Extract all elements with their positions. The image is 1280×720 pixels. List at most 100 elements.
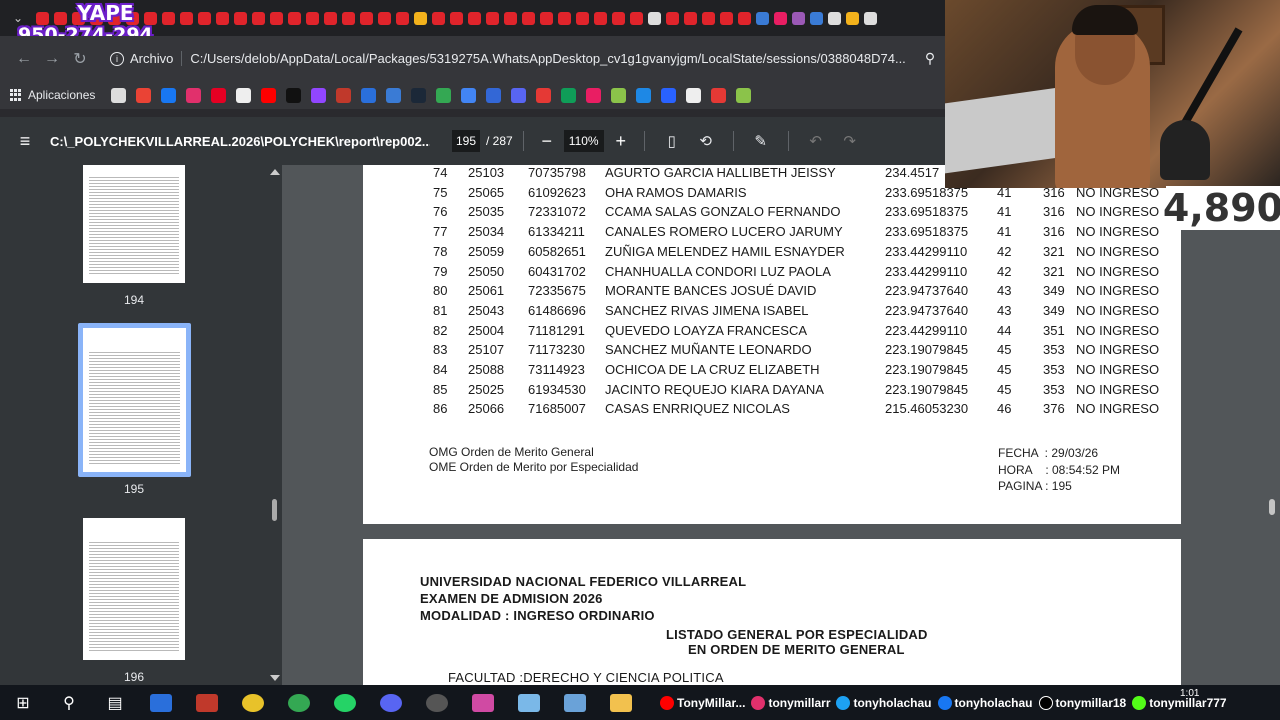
tab-favicon-icon[interactable]	[342, 11, 355, 25]
back-button[interactable]: ←	[10, 45, 38, 73]
app-icon[interactable]	[138, 685, 184, 720]
system-clock[interactable]: 1:01	[1180, 688, 1199, 699]
chrome-icon[interactable]	[276, 685, 322, 720]
bookmark-icon[interactable]	[686, 87, 702, 103]
tab-favicon-icon[interactable]	[360, 11, 373, 25]
fit-page-icon[interactable]: ▯	[655, 132, 689, 150]
tab-favicon-icon[interactable]	[414, 11, 427, 25]
bookmark-icon[interactable]	[136, 87, 152, 103]
tab-favicon-icon[interactable]	[684, 11, 697, 25]
bookmark-icon[interactable]	[411, 87, 427, 103]
zoom-in-button[interactable]: +	[608, 131, 634, 152]
bookmark-icon[interactable]	[536, 87, 552, 103]
sidebar-scrollbar[interactable]	[268, 165, 282, 685]
tab-favicon-icon[interactable]	[774, 11, 787, 25]
chrome-icon[interactable]	[230, 685, 276, 720]
main-scrollbar[interactable]	[1264, 165, 1280, 685]
bookmark-icon[interactable]	[661, 87, 677, 103]
bookmark-icon[interactable]	[711, 87, 727, 103]
tab-favicon-icon[interactable]	[720, 11, 733, 25]
windows-start-icon[interactable]: ⊞	[0, 685, 46, 720]
page-thumbnail-195[interactable]	[83, 328, 186, 472]
reload-button[interactable]: ↻	[66, 45, 94, 73]
tab-favicon-icon[interactable]	[162, 11, 175, 25]
tab-favicon-icon[interactable]	[864, 11, 877, 25]
undo-icon[interactable]: ↶	[799, 132, 833, 150]
bookmark-icon[interactable]	[486, 87, 502, 103]
tab-favicon-icon[interactable]	[612, 11, 625, 25]
site-info-chip[interactable]: i Archivo	[102, 51, 183, 66]
folder-icon[interactable]	[598, 685, 644, 720]
tab-favicon-icon[interactable]	[738, 11, 751, 25]
bookmark-icon[interactable]	[236, 87, 252, 103]
tab-favicon-icon[interactable]	[288, 11, 301, 25]
scroll-up-icon[interactable]	[270, 169, 280, 175]
bookmark-icon[interactable]	[111, 87, 127, 103]
tab-favicon-icon[interactable]	[846, 11, 859, 25]
discord-icon[interactable]	[368, 685, 414, 720]
omnibox[interactable]: i Archivo C:/Users/delob/AppData/Local/P…	[102, 43, 915, 74]
tab-favicon-icon[interactable]	[810, 11, 823, 25]
bookmark-icon[interactable]	[311, 87, 327, 103]
bookmark-icon[interactable]	[161, 87, 177, 103]
tab-favicon-icon[interactable]	[576, 11, 589, 25]
tab-favicon-icon[interactable]	[522, 11, 535, 25]
page-thumbnail-194[interactable]	[83, 165, 185, 283]
tab-favicon-icon[interactable]	[558, 11, 571, 25]
page-number-input[interactable]: 195	[452, 130, 480, 152]
whatsapp-icon[interactable]	[322, 685, 368, 720]
app-icon[interactable]	[552, 685, 598, 720]
tab-favicon-icon[interactable]	[396, 11, 409, 25]
tab-favicon-icon[interactable]	[450, 11, 463, 25]
forward-button[interactable]: →	[38, 45, 66, 73]
tab-favicon-icon[interactable]	[216, 11, 229, 25]
app-icon[interactable]	[460, 685, 506, 720]
bookmark-icon[interactable]	[586, 87, 602, 103]
tab-favicon-icon[interactable]	[666, 11, 679, 25]
rotate-icon[interactable]: ⟲	[689, 132, 723, 150]
tab-favicon-icon[interactable]	[324, 11, 337, 25]
bookmark-icon[interactable]	[361, 87, 377, 103]
bookmark-icon[interactable]	[461, 87, 477, 103]
tab-favicon-icon[interactable]	[468, 11, 481, 25]
bookmark-icon[interactable]	[636, 87, 652, 103]
tab-favicon-icon[interactable]	[828, 11, 841, 25]
tab-favicon-icon[interactable]	[630, 11, 643, 25]
annotate-icon[interactable]: ✎	[744, 132, 778, 150]
tab-favicon-icon[interactable]	[180, 11, 193, 25]
tab-favicon-icon[interactable]	[306, 11, 319, 25]
bookmark-icon[interactable]	[561, 87, 577, 103]
redo-icon[interactable]: ↷	[833, 132, 867, 150]
bookmark-icon[interactable]	[511, 87, 527, 103]
tab-favicon-icon[interactable]	[378, 11, 391, 25]
menu-icon[interactable]: ≡	[0, 117, 50, 165]
scroll-thumb[interactable]	[272, 499, 277, 521]
tab-favicon-icon[interactable]	[702, 11, 715, 25]
bookmark-icon[interactable]	[211, 87, 227, 103]
bookmark-icon[interactable]	[286, 87, 302, 103]
task-view-icon[interactable]: ▤	[92, 685, 138, 720]
url-text[interactable]: C:/Users/delob/AppData/Local/Packages/53…	[190, 51, 905, 66]
app-icon[interactable]	[506, 685, 552, 720]
tab-favicon-icon[interactable]	[252, 11, 265, 25]
bookmark-icon[interactable]	[436, 87, 452, 103]
bookmark-icon[interactable]	[611, 87, 627, 103]
tab-favicon-icon[interactable]	[270, 11, 283, 25]
zoom-icon[interactable]: ⚲	[915, 50, 945, 67]
app-icon[interactable]	[414, 685, 460, 720]
search-icon[interactable]: ⚲	[46, 685, 92, 720]
apps-shortcut[interactable]: Aplicaciones	[10, 88, 95, 102]
tab-favicon-icon[interactable]	[594, 11, 607, 25]
tab-favicon-icon[interactable]	[792, 11, 805, 25]
bookmark-icon[interactable]	[336, 87, 352, 103]
bookmark-icon[interactable]	[386, 87, 402, 103]
bookmark-icon[interactable]	[186, 87, 202, 103]
app-icon[interactable]	[184, 685, 230, 720]
scroll-down-icon[interactable]	[270, 675, 280, 681]
tab-favicon-icon[interactable]	[504, 11, 517, 25]
tab-favicon-icon[interactable]	[486, 11, 499, 25]
zoom-level-input[interactable]: 110%	[563, 130, 604, 152]
bookmark-icon[interactable]	[261, 87, 277, 103]
bookmark-icon[interactable]	[736, 87, 752, 103]
tab-favicon-icon[interactable]	[432, 11, 445, 25]
